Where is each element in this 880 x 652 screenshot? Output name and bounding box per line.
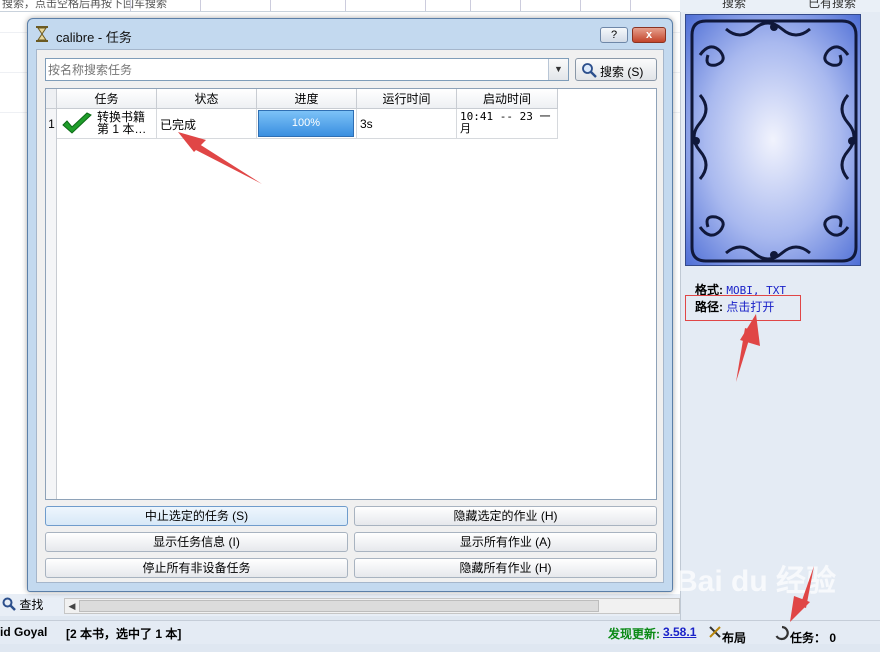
search-button[interactable]: 搜索 (S) [575, 58, 657, 81]
jobs-button[interactable]: 任务： 0 [774, 625, 836, 645]
runtime-cell[interactable]: 3s [357, 109, 457, 139]
dialog-body: ▼ 搜索 (S) 任务 状态 进度 运行时间 启动时间 1 转换书籍 [36, 49, 664, 583]
stop-non-device-button[interactable]: 停止所有非设备任务 [45, 558, 348, 578]
status-bar: id Goyal [2 本书，选中了 1 本] 发现更新: 3.58.1 布局 … [0, 620, 880, 645]
search-button-label: 搜索 (S) [600, 65, 644, 79]
find-label: 查找 [19, 598, 44, 612]
status-author: id Goyal [0, 625, 48, 639]
column-divider [470, 0, 471, 11]
column-divider [345, 0, 346, 11]
search-icon [582, 63, 597, 78]
progress-cell[interactable]: 100% [257, 109, 357, 139]
column-divider [425, 0, 426, 11]
column-header-start-time[interactable]: 启动时间 [457, 89, 558, 109]
column-divider [130, 0, 131, 11]
hide-selected-button[interactable]: 隐藏选定的作业 (H) [354, 506, 657, 526]
column-divider [630, 0, 631, 11]
close-button[interactable]: x [632, 27, 666, 43]
task-line-2: 第 1 本… [97, 122, 147, 136]
watermark-text: Bai du 经验 [676, 565, 837, 598]
search-hint-text: 搜索，点击空格后再按下回车搜索 [2, 0, 167, 10]
job-search-input[interactable] [48, 61, 546, 78]
spinner-icon [775, 625, 789, 641]
show-info-button[interactable]: 显示任务信息 (I) [45, 532, 348, 552]
path-highlight-box [685, 295, 801, 321]
jobs-table: 任务 状态 进度 运行时间 启动时间 1 转换书籍 第 1 本… 已完成 100… [45, 88, 657, 500]
hide-all-button[interactable]: 隐藏所有作业 (H) [354, 558, 657, 578]
hourglass-icon [36, 26, 48, 45]
update-label: 发现更新: [608, 627, 660, 641]
layout-button[interactable]: 布局 [708, 625, 746, 645]
start-time-line-2: 月 [460, 122, 471, 135]
column-header-runtime[interactable]: 运行时间 [357, 89, 457, 109]
jobs-label: 任务： 0 [790, 631, 837, 645]
horizontal-scrollbar[interactable]: ◀ [64, 598, 680, 614]
scroll-left-arrow-icon[interactable]: ◀ [66, 600, 78, 612]
checkmark-icon [62, 112, 92, 134]
progress-bar: 100% [258, 110, 354, 137]
close-icon: x [645, 29, 653, 41]
abort-selected-button[interactable]: 中止选定的任务 (S) [45, 506, 348, 526]
column-header-status[interactable]: 状态 [157, 89, 257, 109]
library-search-hint-bar: 搜索，点击空格后再按下回车搜索 [0, 0, 680, 12]
column-header-task[interactable]: 任务 [57, 89, 157, 109]
start-time-cell[interactable]: 10:41 -- 23 一 月 [457, 109, 558, 139]
column-divider [580, 0, 581, 11]
dialog-titlebar[interactable]: calibre - 任务 ? x [28, 19, 672, 49]
scrollbar-thumb[interactable] [79, 600, 599, 612]
toolbar-saved-search-button[interactable]: 已有搜索 [808, 0, 856, 11]
chevron-down-icon[interactable]: ▼ [548, 59, 568, 80]
row-header-column [46, 109, 57, 499]
task-cell[interactable]: 转换书籍 第 1 本… [57, 109, 157, 139]
column-header-progress[interactable]: 进度 [257, 89, 357, 109]
start-time-line-1: 10:41 -- 23 一 [460, 110, 551, 123]
show-all-button[interactable]: 显示所有作业 (A) [354, 532, 657, 552]
task-name: 转换书籍 第 1 本… [97, 111, 146, 135]
table-corner [46, 89, 57, 109]
column-divider [270, 0, 271, 11]
status-selection: [2 本书，选中了 1 本] [66, 627, 182, 641]
column-divider [200, 0, 201, 11]
toolbar-search-button[interactable]: 搜索 [722, 0, 746, 11]
help-button[interactable]: ? [600, 27, 628, 43]
search-icon [2, 597, 16, 611]
dialog-title: calibre - 任务 [56, 30, 132, 45]
update-version-link[interactable]: 3.58.1 [663, 625, 696, 639]
right-toolbar: 搜索 已有搜索 [680, 0, 880, 12]
row-number[interactable]: 1 [46, 117, 57, 131]
book-cover[interactable] [685, 14, 861, 266]
find-button[interactable]: 查找 [2, 596, 43, 613]
column-divider [520, 0, 521, 11]
tools-icon [709, 626, 721, 638]
jobs-dialog: calibre - 任务 ? x ▼ 搜索 (S) 任务 状态 进度 运行时间 … [27, 18, 673, 592]
status-cell[interactable]: 已完成 [157, 109, 257, 139]
layout-label: 布局 [722, 631, 747, 645]
job-search-combo[interactable]: ▼ [45, 58, 569, 81]
ornament-frame-icon [690, 19, 858, 263]
